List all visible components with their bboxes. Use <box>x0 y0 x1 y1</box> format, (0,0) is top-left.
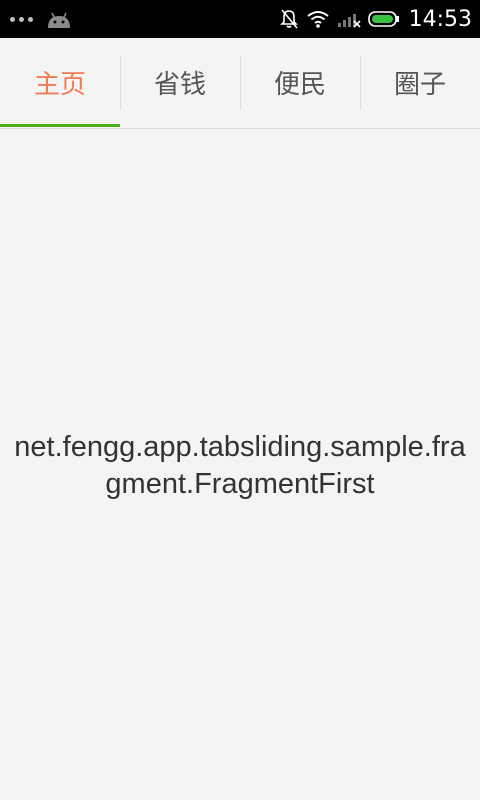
signal-icon <box>337 14 361 28</box>
fragment-content: net.fengg.app.tabsliding.sample.fragment… <box>0 129 480 800</box>
tab-indicator <box>0 124 120 127</box>
bell-muted-icon <box>279 9 298 29</box>
tab-bar: 主页 省钱 便民 圈子 <box>0 38 480 129</box>
battery-icon <box>367 11 399 27</box>
status-bar-right: 14:53 <box>279 0 472 38</box>
status-bar: 14:53 <box>0 0 480 38</box>
wifi-icon <box>306 11 329 28</box>
tab-convenience[interactable]: 便民 <box>240 38 360 126</box>
fragment-label: net.fengg.app.tabsliding.sample.fragment… <box>14 431 466 500</box>
tab-save-money[interactable]: 省钱 <box>120 38 240 126</box>
notification-dots-icon <box>10 16 33 22</box>
status-bar-left <box>10 0 73 38</box>
clock: 14:53 <box>408 6 472 32</box>
android-icon <box>48 12 70 28</box>
tab-circle[interactable]: 圈子 <box>360 38 480 126</box>
tab-home[interactable]: 主页 <box>0 38 120 126</box>
